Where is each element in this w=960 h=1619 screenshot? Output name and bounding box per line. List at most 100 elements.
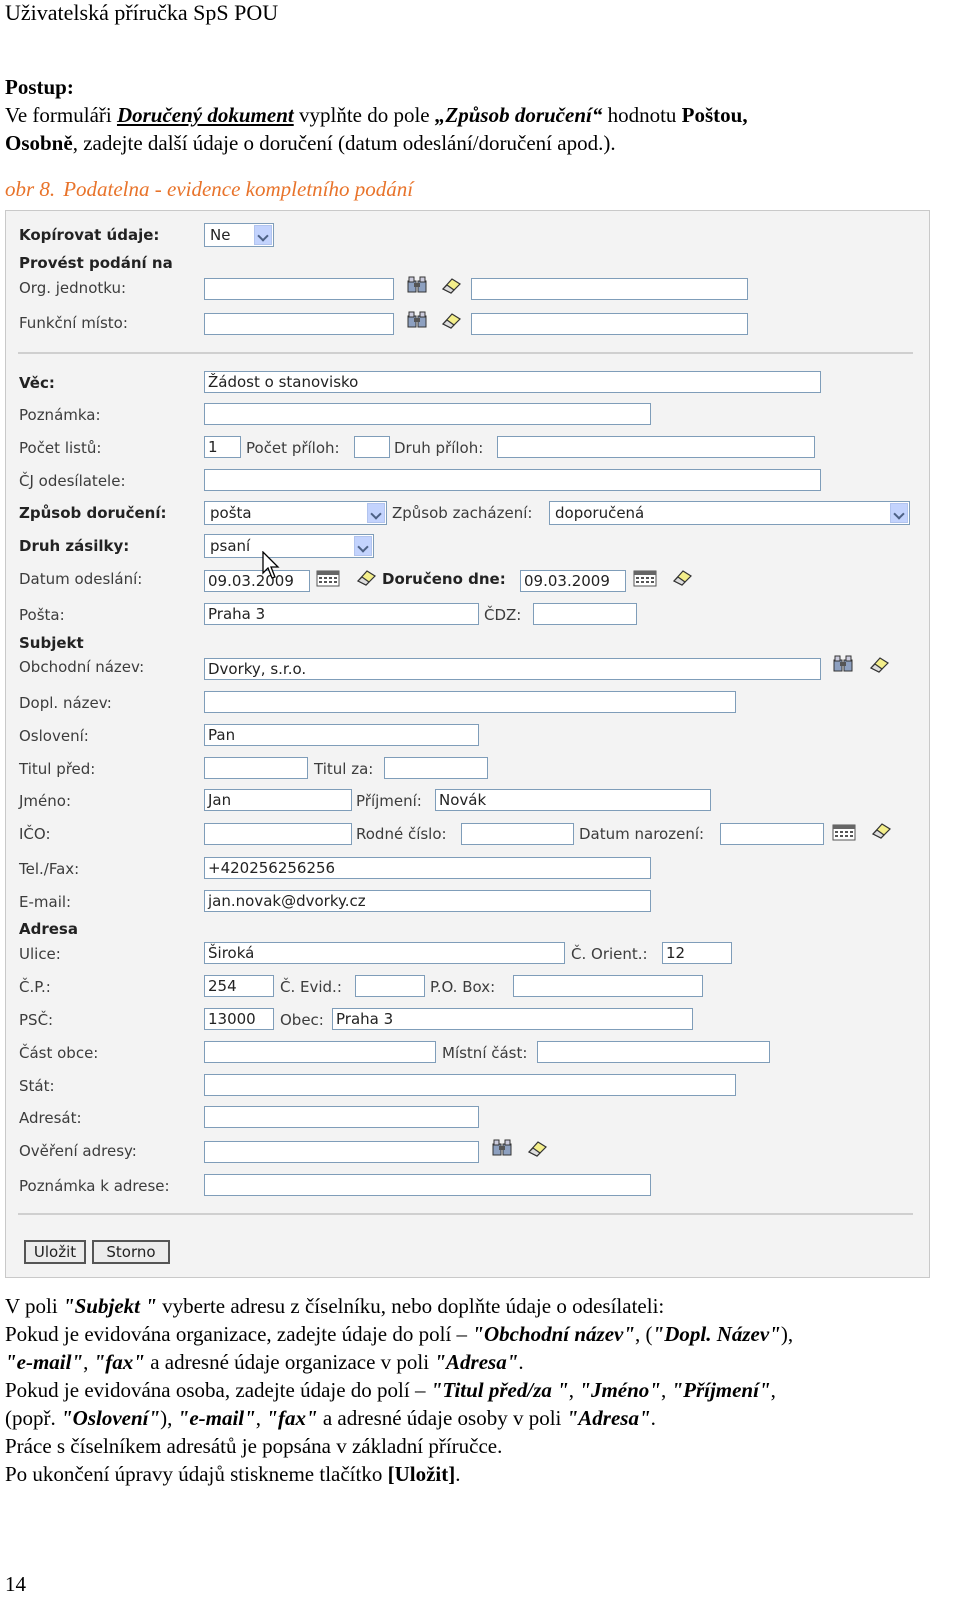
body-text-run: ), [160,1406,178,1430]
funkcni-misto-input[interactable] [204,313,394,335]
poznamka-input[interactable] [204,403,651,425]
orient-label: Č. Orient.: [571,945,648,963]
eraser-icon[interactable] [868,654,890,674]
figure-caption: obr 8. Podatelna - evidence kompletního p… [5,177,413,202]
body-text-run: Po ukončení úpravy údajů stiskneme tlačí… [5,1462,388,1486]
body-text-run: . [455,1462,461,1486]
datum-odeslani-input[interactable]: 09.03.2009 [204,570,310,592]
obchodni-nazev-input[interactable]: Dvorky, s.r.o. [204,658,821,680]
posta-label: Pošta: [19,606,65,624]
jmeno-label: Jméno: [19,792,72,810]
obec-input[interactable]: Praha 3 [332,1008,693,1030]
adresa-label: Adresa [19,920,78,938]
osloveni-label: Oslovení: [19,727,89,745]
cdz-input[interactable] [533,603,637,625]
funkcni-misto-name-input[interactable] [471,313,748,335]
eraser-icon[interactable] [671,567,693,587]
body-field-ref: "Jméno" [579,1378,661,1402]
doruceno-input[interactable]: 09.03.2009 [520,570,626,592]
dopl-nazev-label: Dopl. název: [19,694,112,712]
druh-zasilky-select[interactable]: psaní [204,534,374,558]
calendar-icon[interactable] [316,569,340,587]
obec-label: Obec: [280,1011,324,1029]
ulozit-button[interactable]: Uložit [24,1240,86,1264]
chevron-down-icon[interactable] [890,503,908,523]
prijmeni-input[interactable]: Novák [435,789,711,811]
evid-input[interactable] [355,975,425,997]
poznamka-label: Poznámka: [19,406,101,424]
podatelna-form: Kopírovat údaje: Ne Provést podání na Or… [5,210,930,1278]
zachazeni-select[interactable]: doporučená [549,501,910,525]
body-field-ref: "e-mail" [5,1350,84,1374]
kopirovat-select[interactable]: Ne [204,223,274,247]
postup-value: Poštou, [681,103,748,127]
body-field-ref: "Oslovení" [61,1406,161,1430]
jmeno-input[interactable]: Jan [204,789,352,811]
zpusob-doruceni-select[interactable]: pošta [204,501,387,525]
postup-block: Postup: Ve formuláři Doručený dokument v… [5,73,950,157]
email-input[interactable]: jan.novak@dvorky.cz [204,890,651,912]
ico-input[interactable] [204,823,352,845]
datum-narozeni-input[interactable] [720,823,824,845]
divider [18,352,913,354]
vec-input[interactable]: Žádost o stanovisko [204,371,821,393]
body-text-run: , [660,1378,672,1402]
postup-text: , zadejte další údaje o doručení (datum … [72,131,616,155]
calendar-icon[interactable] [832,823,856,841]
lookup-icon[interactable] [832,654,854,674]
body-field-ref: "fax" [93,1350,145,1374]
dopl-nazev-input[interactable] [204,691,736,713]
storno-button[interactable]: Storno [92,1240,170,1264]
titul-pred-input[interactable] [204,757,308,779]
pocet-listu-input[interactable]: 1 [204,436,241,458]
stat-input[interactable] [204,1074,736,1096]
osloveni-input[interactable]: Pan [204,724,479,746]
cast-obce-input[interactable] [204,1041,436,1063]
body-text-run: a adresné údaje osoby v poli [317,1406,567,1430]
org-jednotka-name-input[interactable] [471,278,748,300]
body-field-ref: "e-mail" [177,1406,256,1430]
psc-label: PSČ: [19,1011,54,1029]
pobox-label: P.O. Box: [430,978,496,996]
prijmeni-label: Příjmení: [356,792,422,810]
pocet-priloh-input[interactable] [354,436,390,458]
titul-za-label: Titul za: [314,760,374,778]
pocet-priloh-label: Počet příloh: [246,439,340,457]
eraser-icon[interactable] [355,567,377,587]
cj-odesilatele-input[interactable] [204,469,821,491]
adresat-input[interactable] [204,1106,479,1128]
psc-input[interactable]: 13000 [204,1008,274,1030]
rodne-cislo-input[interactable] [461,823,574,845]
zpusob-doruceni-value: pošta [210,504,252,522]
eraser-icon[interactable] [440,275,462,295]
body-text-run: V poli [5,1294,63,1318]
chevron-down-icon[interactable] [254,225,272,245]
poznamka-adresa-input[interactable] [204,1174,651,1196]
chevron-down-icon[interactable] [354,536,372,556]
body-field-ref: "fax" [266,1406,318,1430]
org-jednotka-input[interactable] [204,278,394,300]
lookup-icon[interactable] [406,275,428,295]
zpusob-doruceni-label: Způsob doručení: [19,504,167,522]
pobox-input[interactable] [513,975,703,997]
cp-input[interactable]: 254 [204,975,274,997]
mouse-cursor-icon [262,551,280,579]
posta-input[interactable]: Praha 3 [204,603,479,625]
eraser-icon[interactable] [526,1138,548,1158]
titul-za-input[interactable] [384,757,488,779]
mistni-cast-input[interactable] [537,1041,770,1063]
tel-fax-input[interactable]: +420256256256 [204,857,651,879]
eraser-icon[interactable] [440,310,462,330]
lookup-icon[interactable] [406,310,428,330]
overeni-adresy-input[interactable] [204,1141,479,1163]
eraser-icon[interactable] [870,820,892,840]
cp-label: Č.P.: [19,978,51,996]
druh-priloh-input[interactable] [497,436,815,458]
chevron-down-icon[interactable] [367,503,385,523]
lookup-icon[interactable] [491,1138,513,1158]
calendar-icon[interactable] [633,569,657,587]
ulice-input[interactable]: Široká [204,942,565,964]
druh-priloh-label: Druh příloh: [394,439,484,457]
postup-value: Osobně [5,131,73,155]
orient-input[interactable]: 12 [662,942,732,964]
